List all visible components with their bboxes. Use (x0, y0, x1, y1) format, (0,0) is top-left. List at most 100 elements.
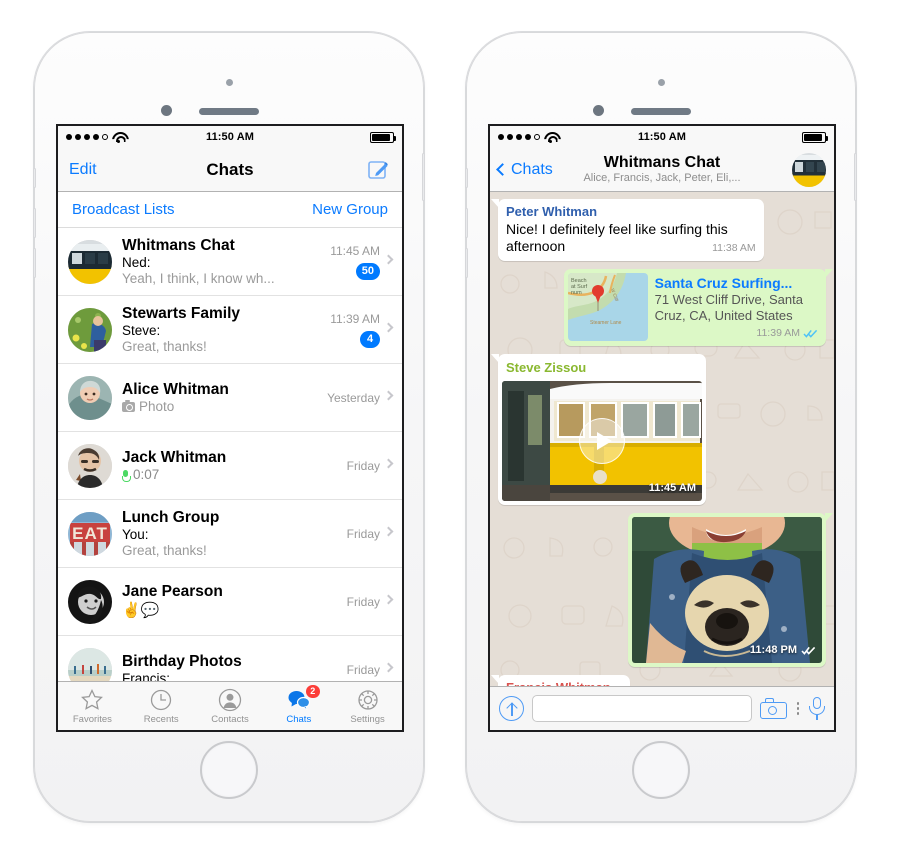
message-input[interactable] (532, 695, 752, 722)
attach-up-arrow-icon[interactable] (499, 696, 524, 721)
camera-icon[interactable] (759, 698, 787, 719)
new-group-button[interactable]: New Group (312, 201, 388, 218)
message-bubble-emoji[interactable]: Francis Whitman 😌😍🐶 11:49 PM (491, 675, 630, 686)
power-button[interactable] (422, 153, 425, 201)
message-meta: 11:48 PM (750, 642, 816, 659)
chat-list-item-stewarts-family[interactable]: Stewarts Family Steve: Great, thanks! 11… (58, 296, 402, 364)
message-sender: Francis Whitman (506, 680, 622, 686)
chat-list-item-lunch-group[interactable]: EAT Lunch Group You: Great, thanks! Frid… (58, 500, 402, 568)
microphone-icon (122, 469, 131, 482)
message-meta: 11:45 AM (649, 480, 696, 497)
tab-recents[interactable]: Recents (127, 682, 196, 730)
chat-list-item-jack-whitman[interactable]: Jack Whitman 0:07 Friday (58, 432, 402, 500)
tab-badge: 2 (304, 683, 321, 699)
chat-item-name: Whitmans Chat (122, 236, 235, 254)
chat-item-name: Jane Pearson (122, 582, 223, 600)
conversation-avatar[interactable] (792, 152, 826, 187)
home-button[interactable] (200, 741, 258, 799)
screen-right: 11:50 AM Chats Whitmans Chat Alice, Fran… (488, 124, 836, 732)
tab-label: Contacts (211, 713, 249, 725)
microphone-icon[interactable] (809, 696, 825, 721)
chat-item-preview: Photo (139, 398, 175, 414)
message-input-bar (490, 686, 834, 730)
front-camera-icon (593, 105, 604, 116)
unread-badge: 50 (355, 262, 380, 280)
chat-list-item-whitmans-chat[interactable]: Whitmans Chat Ned: Yeah, I think, I know… (58, 228, 402, 296)
chevron-right-icon (383, 594, 394, 604)
chat-list-item-alice-whitman[interactable]: Alice Whitman Photo Yesterday (58, 364, 402, 432)
volume-up-button[interactable] (33, 208, 36, 238)
chat-item-time: Friday (346, 594, 380, 609)
chat-item-meta: Friday (328, 594, 394, 609)
woman-avatar (68, 375, 112, 420)
clock-icon (149, 688, 173, 712)
message-bubble-video[interactable]: Steve Zissou 11:45 AM (491, 354, 706, 505)
person-icon (218, 688, 242, 712)
tab-label: Chats (286, 713, 312, 725)
chat-item-meta: 11:39 AM 4 (328, 312, 394, 348)
status-bar-time: 11:50 AM (637, 131, 687, 143)
gear-icon (356, 688, 380, 712)
message-time: 11:38 AM (712, 242, 756, 254)
volume-down-button[interactable] (465, 248, 468, 278)
tram-avatar (68, 239, 112, 284)
chevron-right-icon (383, 526, 394, 536)
silent-switch[interactable] (33, 168, 36, 188)
chat-item-time: Friday (346, 526, 380, 541)
star-icon (80, 688, 104, 712)
message-list[interactable]: Peter Whitman Nice! I definitely feel li… (490, 192, 834, 686)
photo-thumbnail[interactable]: 11:48 PM (632, 517, 822, 663)
more-dots-icon[interactable] (795, 702, 802, 715)
chat-item-text: Lunch Group You: Great, thanks! (122, 509, 318, 559)
proximity-sensor-icon (226, 79, 233, 86)
chat-item-text: Stewarts Family Steve: Great, thanks! (122, 305, 318, 355)
location-title: Santa Cruz Surfing... (654, 275, 793, 291)
tab-label: Settings (350, 713, 385, 725)
screenshot-stage: 11:50 AM Edit Chats Broadcast Lists New … (0, 0, 900, 853)
unread-badge: 4 (360, 330, 380, 348)
volume-up-button[interactable] (465, 208, 468, 238)
message-text: Nice! I definitely feel like surfing thi… (506, 221, 728, 254)
back-to-chats-button[interactable]: Chats (496, 160, 553, 179)
status-bar-time: 11:50 AM (205, 131, 255, 143)
video-thumbnail[interactable]: 11:45 AM (502, 381, 702, 501)
home-button[interactable] (632, 741, 690, 799)
conversation-header: Whitmans Chat Alice, Francis, Jack, Pete… (542, 154, 782, 185)
message-sender: Peter Whitman (506, 204, 598, 219)
status-bar: 11:50 AM (490, 126, 834, 148)
tab-label: Favorites (72, 713, 112, 725)
broadcast-lists-button[interactable]: Broadcast Lists (72, 201, 175, 218)
back-button-label: Chats (511, 160, 553, 178)
location-map-thumbnail: Beach at Surf num Steamer Lane W Cliff (567, 273, 648, 341)
chat-item-name: Birthday Photos (122, 652, 242, 670)
chat-item-text: Whitmans Chat Ned: Yeah, I think, I know… (122, 237, 318, 287)
tab-favorites[interactable]: Favorites (58, 682, 127, 730)
tab-label: Recents (143, 713, 179, 725)
chat-item-preview: Great, thanks! (122, 338, 207, 354)
camera-icon (122, 399, 135, 412)
compose-icon[interactable] (367, 158, 391, 182)
tab-chats[interactable]: 2 Chats (264, 682, 333, 730)
message-bubble-location[interactable]: Beach at Surf num Steamer Lane W Cliff S… (563, 269, 834, 346)
svg-text:EAT: EAT (72, 524, 108, 543)
chat-bubbles-icon: 2 (287, 683, 321, 712)
power-button[interactable] (854, 153, 857, 201)
silent-switch[interactable] (465, 168, 468, 188)
tab-settings[interactable]: Settings (333, 682, 402, 730)
tab-contacts[interactable]: Contacts (196, 682, 265, 730)
volume-down-button[interactable] (33, 248, 36, 278)
chat-item-preview: ✌💬 (122, 601, 160, 619)
chevron-right-icon (383, 662, 394, 672)
svg-text:Steamer Lane: Steamer Lane (590, 320, 622, 326)
message-sender: Steve Zissou (506, 360, 587, 375)
earpiece-speaker (199, 108, 259, 115)
message-bubble-incoming-text[interactable]: Peter Whitman Nice! I definitely feel li… (491, 199, 764, 261)
proximity-sensor-icon (658, 79, 665, 86)
play-icon[interactable] (579, 418, 625, 464)
chat-item-time: Friday (346, 458, 380, 473)
phone-left: 11:50 AM Edit Chats Broadcast Lists New … (33, 32, 425, 822)
chat-list-item-jane-pearson[interactable]: Jane Pearson ✌💬 Friday (58, 568, 402, 636)
woman-bw-avatar (68, 579, 112, 624)
chat-item-preview-row: Photo (122, 399, 314, 415)
message-bubble-photo[interactable]: 11:48 PM (628, 513, 833, 667)
